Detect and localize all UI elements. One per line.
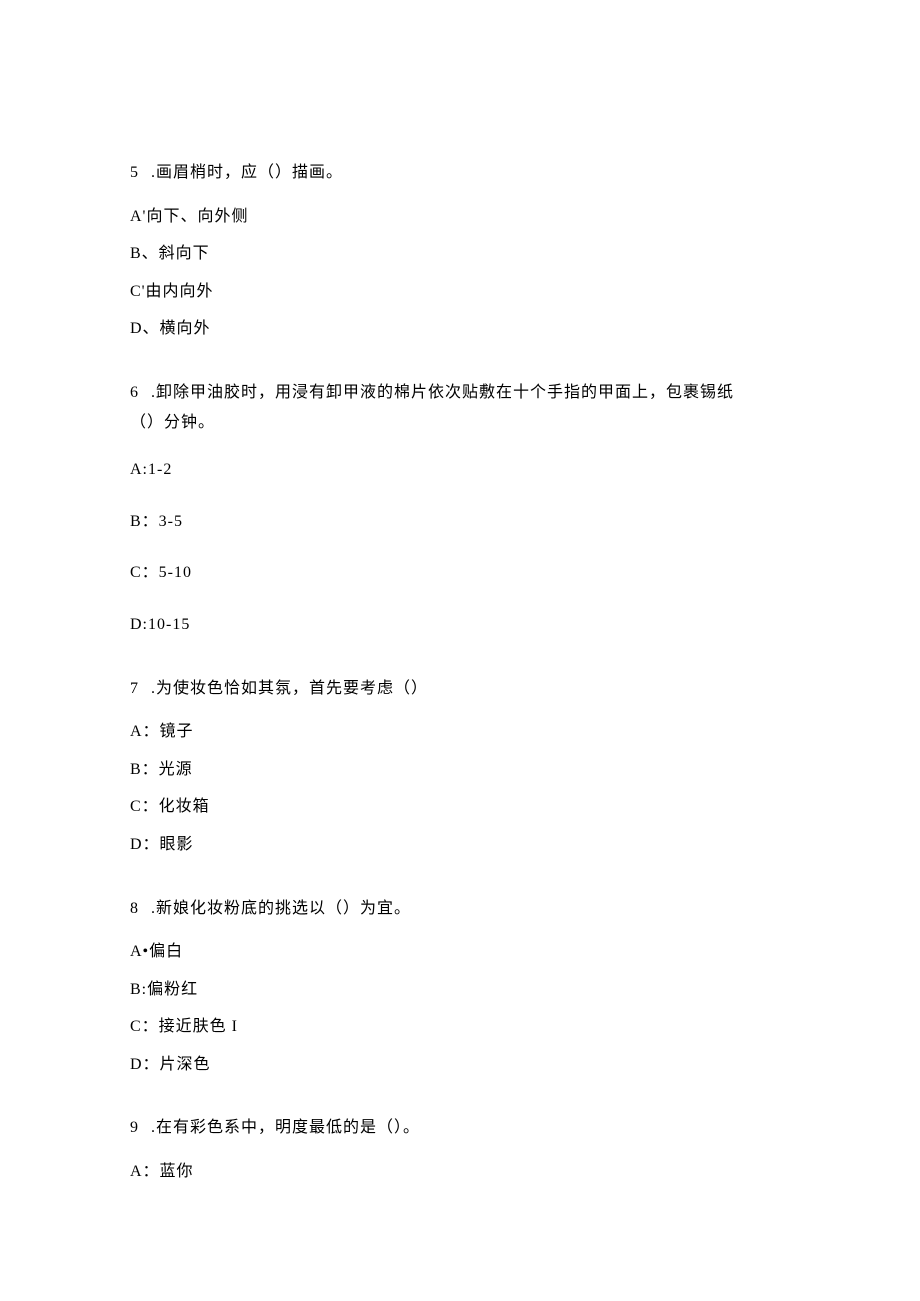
question-number: 6 [130, 380, 139, 406]
stem-text: .卸除甲油胶时，用浸有卸甲液的棉片依次贴敷在十个手指的甲面上，包裹锡纸 [151, 384, 734, 401]
option-c: C：接近肤色 I [130, 1014, 790, 1040]
option-b: B：光源 [130, 757, 790, 783]
option-c: C：5-10 [130, 560, 790, 586]
option-c: C：化妆箱 [130, 794, 790, 820]
stem-text: .新娘化妆粉底的挑选以（）为宜。 [151, 900, 411, 917]
question-5: 5 .画眉梢时，应（）描画。 A'向下、向外侧 B、斜向下 C'由内向外 D、横向… [130, 160, 790, 342]
stem-text: .在有彩色系中，明度最低的是（）。 [151, 1119, 420, 1136]
question-stem-line2: （）分钟。 [130, 410, 790, 436]
option-b: B、斜向下 [130, 241, 790, 267]
option-a: A：镜子 [130, 719, 790, 745]
question-stem: 9 .在有彩色系中，明度最低的是（）。 [130, 1115, 790, 1141]
stem-text: .为使妆色恰如其氛，首先要考虑（） [151, 680, 428, 697]
option-d: D：眼影 [130, 832, 790, 858]
question-number: 7 [130, 676, 139, 702]
option-d: D:10-15 [130, 612, 790, 638]
stem-text: .画眉梢时，应（）描画。 [151, 164, 343, 181]
question-number: 9 [130, 1115, 139, 1141]
option-d: D、横向外 [130, 316, 790, 342]
question-6: 6 .卸除甲油胶时，用浸有卸甲液的棉片依次贴敷在十个手指的甲面上，包裹锡纸 （）分… [130, 380, 790, 638]
question-number: 5 [130, 160, 139, 186]
option-b: B:偏粉红 [130, 977, 790, 1003]
question-7: 7 .为使妆色恰如其氛，首先要考虑（） A：镜子 B：光源 C：化妆箱 D：眼影 [130, 676, 790, 858]
option-a: A•偏白 [130, 939, 790, 965]
question-9: 9 .在有彩色系中，明度最低的是（）。 A：蓝你 [130, 1115, 790, 1184]
option-a: A：蓝你 [130, 1159, 790, 1185]
question-number: 8 [130, 896, 139, 922]
question-stem: 5 .画眉梢时，应（）描画。 [130, 160, 790, 186]
option-d: D：片深色 [130, 1052, 790, 1078]
question-8: 8 .新娘化妆粉底的挑选以（）为宜。 A•偏白 B:偏粉红 C：接近肤色 I D：… [130, 896, 790, 1078]
question-stem: 8 .新娘化妆粉底的挑选以（）为宜。 [130, 896, 790, 922]
option-a: A'向下、向外侧 [130, 204, 790, 230]
question-stem: 6 .卸除甲油胶时，用浸有卸甲液的棉片依次贴敷在十个手指的甲面上，包裹锡纸 [130, 380, 790, 406]
option-c: C'由内向外 [130, 279, 790, 305]
option-a: A:1-2 [130, 457, 790, 483]
question-stem: 7 .为使妆色恰如其氛，首先要考虑（） [130, 676, 790, 702]
option-b: B：3-5 [130, 509, 790, 535]
